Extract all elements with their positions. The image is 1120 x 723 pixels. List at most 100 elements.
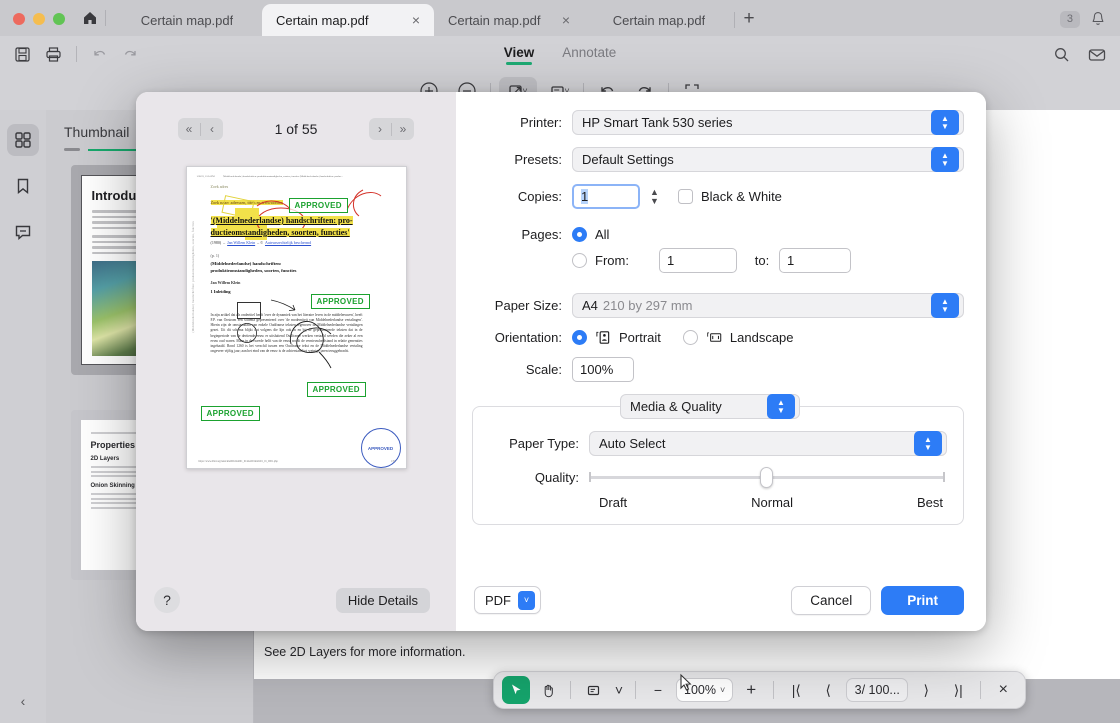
maximize-window-button[interactable]: [53, 13, 65, 25]
close-icon[interactable]: ×: [412, 13, 420, 27]
tab-2-active[interactable]: Certain map.pdf ×: [262, 4, 434, 36]
quality-slider[interactable]: [589, 466, 945, 488]
quality-scale-labels: Draft Normal Best: [599, 495, 943, 510]
pages-to-input[interactable]: 1: [779, 248, 851, 273]
chevron-down-icon: ˅: [719, 685, 726, 695]
preview-footer-page: 1/55: [390, 460, 396, 463]
orientation-portrait-radio[interactable]: [572, 330, 587, 345]
last-page-button[interactable]: ⟩|: [944, 676, 972, 704]
quality-draft-label: Draft: [599, 495, 628, 510]
tab-bar: Certain map.pdf Certain map.pdf × Certai…: [0, 0, 1120, 36]
black-and-white-checkbox[interactable]: [678, 189, 693, 204]
next-page-button[interactable]: ›: [369, 122, 391, 136]
prev-page-button[interactable]: ⟨: [814, 676, 842, 704]
page-layout-icon[interactable]: [579, 676, 607, 704]
approved-stamp: APPROVED: [200, 406, 260, 421]
window-controls: [0, 13, 77, 36]
first-page-button[interactable]: «: [178, 122, 200, 136]
copies-input[interactable]: 1: [572, 184, 640, 209]
cancel-button[interactable]: Cancel: [791, 585, 872, 615]
printer-label: Printer:: [520, 115, 562, 130]
slider-cap-left: [589, 472, 591, 482]
preview-forward-group: › »: [369, 118, 414, 140]
divider: [570, 681, 571, 699]
copies-stepper[interactable]: ▲ ▼: [647, 184, 662, 209]
dialog-main: « ‹ 1 of 55 › » 1/28/23, 12:34 PM (Midde…: [136, 92, 986, 569]
paper-size-value: A4: [582, 298, 598, 313]
divider: [635, 681, 636, 699]
page-number-field[interactable]: 3/ 100...: [846, 678, 909, 702]
notification-count-badge: 3: [1059, 10, 1080, 28]
copies-value: 1: [581, 189, 589, 204]
preview-navigation: « ‹ 1 of 55 › »: [136, 114, 456, 144]
close-toolbar-button[interactable]: ×: [989, 676, 1017, 704]
print-button[interactable]: Print: [881, 585, 964, 615]
print-dialog: « ‹ 1 of 55 › » 1/28/23, 12:34 PM (Midde…: [136, 92, 986, 631]
close-window-button[interactable]: [13, 13, 25, 25]
divider: [105, 10, 106, 26]
landscape-icon: [706, 330, 722, 345]
tab-1[interactable]: Certain map.pdf: [112, 4, 262, 36]
tab-4[interactable]: Certain map.pdf: [584, 4, 734, 36]
cursor-select-icon[interactable]: [502, 676, 530, 704]
tab-3[interactable]: Certain map.pdf ×: [434, 4, 584, 36]
close-icon[interactable]: ×: [562, 13, 570, 27]
divider: [773, 681, 775, 699]
help-button[interactable]: ?: [154, 587, 180, 613]
preview-subtitle: (Middelnederlandse) handschriften: produ…: [210, 261, 297, 273]
slider-cap-right: [943, 472, 945, 482]
pages-all-radio[interactable]: [572, 227, 587, 242]
hide-details-button[interactable]: Hide Details: [335, 587, 430, 613]
tab-label: Certain map.pdf: [276, 12, 369, 28]
chevron-updown-icon[interactable]: ▲ ▼: [914, 431, 942, 456]
chevron-updown-icon[interactable]: ▲ ▼: [931, 293, 959, 318]
quality-row: Quality:: [473, 466, 963, 488]
home-icon[interactable]: [77, 5, 103, 31]
slider-knob[interactable]: [759, 466, 773, 488]
document-body-text: See 2D Layers for more information.: [264, 645, 466, 659]
scale-input[interactable]: 100%: [572, 357, 634, 382]
chevron-updown-icon[interactable]: ▲ ▼: [931, 110, 959, 135]
prev-page-button[interactable]: ‹: [201, 122, 223, 136]
paper-size-dimensions: 210 by 297 mm: [602, 298, 693, 313]
orientation-landscape-radio[interactable]: [682, 330, 698, 345]
menu-toolbar: View Annotate: [0, 36, 1120, 72]
approved-stamp: APPROVED: [306, 382, 366, 397]
mouse-cursor: [676, 673, 696, 697]
sidebar-item-thumbnail[interactable]: [7, 124, 39, 156]
first-page-button[interactable]: |⟨: [782, 676, 810, 704]
section-select[interactable]: Media & Quality ▲ ▼: [620, 394, 800, 419]
sidebar-item-comment[interactable]: [7, 216, 39, 248]
print-preview-page[interactable]: 1/28/23, 12:34 PM (Middelnederlandse) ha…: [185, 166, 407, 469]
approved-stamp: APPROVED: [310, 294, 370, 309]
dialog-footer-left: ? Hide Details: [136, 569, 456, 631]
media-section-header: Media & Quality ▲ ▼: [456, 394, 964, 419]
zoom-out-button[interactable]: −: [644, 676, 672, 704]
chevron-down-icon[interactable]: ˅: [518, 590, 535, 610]
next-page-button[interactable]: ⟩: [912, 676, 940, 704]
pages-all-label: All: [595, 227, 610, 242]
presets-select[interactable]: Default Settings ▲ ▼: [572, 147, 964, 172]
collapse-sidebar-button[interactable]: ‹: [21, 693, 26, 723]
paper-size-select[interactable]: A4 210 by 297 mm ▲ ▼: [572, 293, 964, 318]
pages-from-input[interactable]: 1: [659, 248, 737, 273]
hand-pan-icon[interactable]: [534, 676, 562, 704]
layout-chevron-down-icon[interactable]: ˅: [611, 676, 627, 704]
minimize-window-button[interactable]: [33, 13, 45, 25]
pages-range-radio[interactable]: [572, 253, 587, 268]
pdf-menu-button[interactable]: PDF ˅: [474, 586, 541, 614]
copies-row: Copies: 1 ▲ ▼ Black & White: [456, 184, 964, 209]
chevron-updown-icon[interactable]: ▲ ▼: [767, 394, 795, 419]
last-page-button[interactable]: »: [392, 122, 414, 136]
new-tab-button[interactable]: +: [735, 5, 763, 33]
printer-select[interactable]: HP Smart Tank 530 series ▲ ▼: [572, 110, 964, 135]
tab-annotate[interactable]: Annotate: [562, 45, 616, 64]
paper-type-row: Paper Type: Auto Select ▲ ▼: [473, 431, 963, 456]
paper-type-select[interactable]: Auto Select ▲ ▼: [589, 431, 947, 456]
bell-icon[interactable]: [1090, 11, 1106, 28]
zoom-in-button[interactable]: +: [737, 676, 765, 704]
chevron-updown-icon[interactable]: ▲ ▼: [931, 147, 959, 172]
preview-back-group: « ‹: [178, 118, 223, 140]
tab-view[interactable]: View: [504, 45, 535, 64]
sidebar-item-bookmark[interactable]: [7, 170, 39, 202]
